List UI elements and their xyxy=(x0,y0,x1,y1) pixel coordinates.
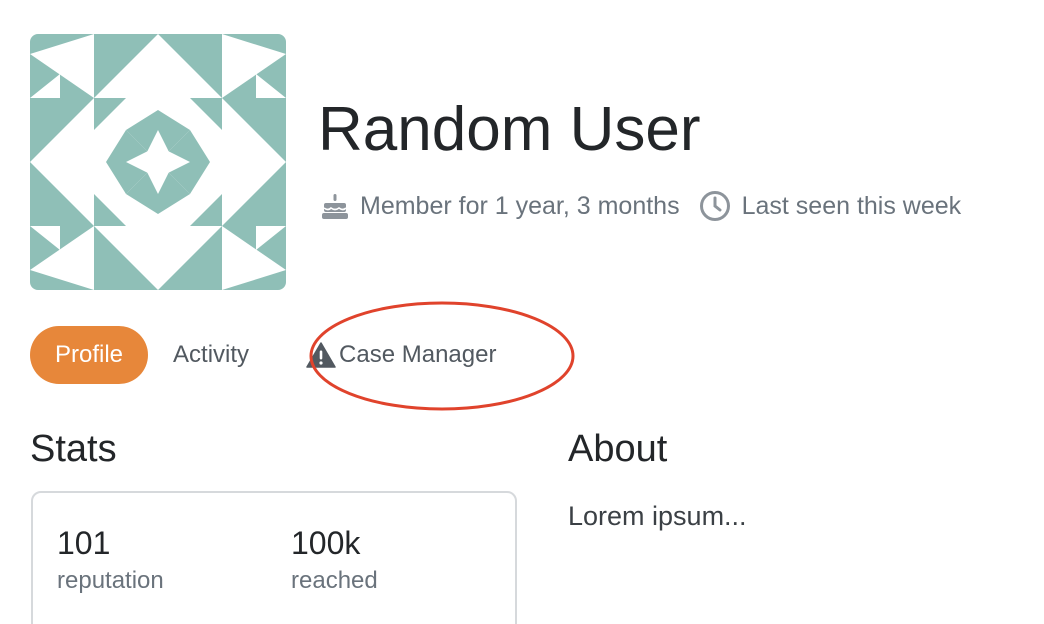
stats-heading: Stats xyxy=(30,428,117,470)
last-seen: Last seen this week xyxy=(698,189,962,223)
profile-meta: Member for 1 year, 3 months Last seen th… xyxy=(320,186,961,226)
stat-reached: 100k reached xyxy=(291,523,378,597)
stat-label: reached xyxy=(291,567,378,594)
user-profile-page: Random User Member for 1 year, 3 months xyxy=(0,0,1044,624)
member-since: Member for 1 year, 3 months xyxy=(320,191,680,221)
user-display-name: Random User xyxy=(318,95,701,164)
tab-activity[interactable]: Activity xyxy=(148,326,274,384)
highlight-annotation-ellipse xyxy=(309,301,575,411)
birthday-cake-icon xyxy=(320,191,350,221)
about-heading: About xyxy=(568,428,668,470)
identicon-image xyxy=(30,34,286,290)
about-text: Lorem ipsum... xyxy=(568,501,747,531)
avatar xyxy=(30,34,286,290)
stat-value: 101 xyxy=(57,525,111,561)
last-seen-text: Last seen this week xyxy=(741,191,962,220)
stat-reputation: 101 reputation xyxy=(57,523,164,597)
tab-profile[interactable]: Profile xyxy=(30,326,149,384)
member-since-text: Member for 1 year, 3 months xyxy=(360,191,680,220)
stats-card: 101 reputation 100k reached xyxy=(31,491,517,624)
stat-label: reputation xyxy=(57,567,164,594)
stat-value: 100k xyxy=(291,525,361,561)
clock-icon xyxy=(698,189,732,223)
